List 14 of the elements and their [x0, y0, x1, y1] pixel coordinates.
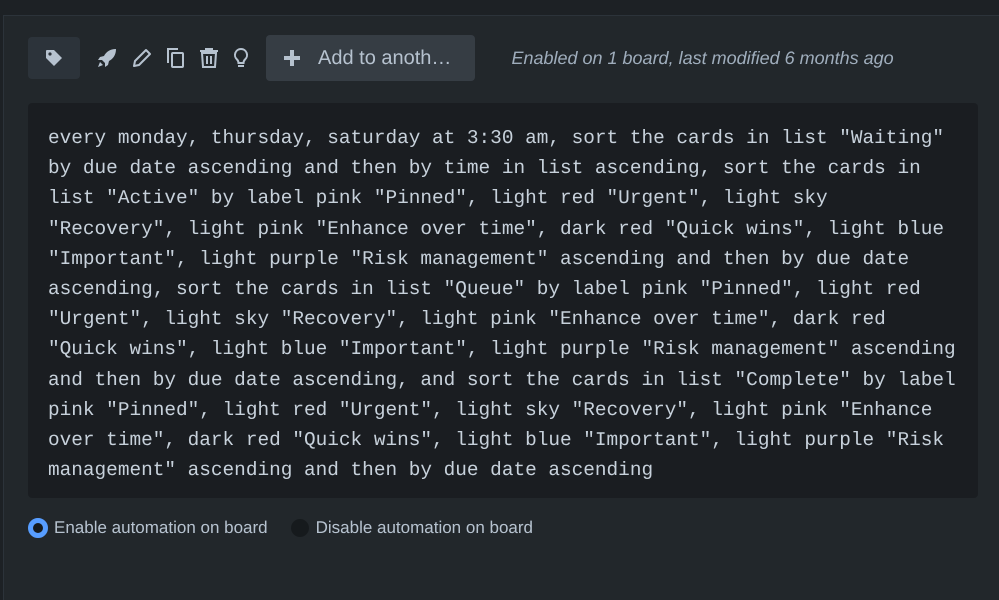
pencil-icon[interactable] — [131, 47, 153, 69]
radio-option[interactable]: Enable automation on board — [28, 518, 268, 538]
rocket-icon[interactable] — [96, 47, 118, 69]
trash-icon[interactable] — [199, 47, 219, 69]
plus-icon — [282, 48, 302, 68]
lightbulb-icon[interactable] — [232, 47, 250, 69]
copy-icon[interactable] — [166, 47, 186, 69]
radio-button[interactable] — [28, 518, 48, 538]
status-text: Enabled on 1 board, last modified 6 months ago — [511, 48, 894, 68]
radio-option[interactable]: Disable automation on board — [290, 518, 533, 538]
add-to-board-button[interactable]: Add to anoth… — [266, 35, 476, 81]
tag-icon — [44, 48, 64, 68]
command-text: every monday, thursday, saturday at 3:30 am, sort the cards in list "Waiting" by due date ascending and then by time in list ascending, sort the cards in list "Active" by label pink "Pinned", light red "Urgent", light sky "Recovery", light pink "Enhance over time", dark red "Quick wins", light blue "Important", light purple "Risk management" ascending and then by due date ascending, sort the cards in list "Queue" by label pink "Pinned", light red "Urgent", light sky "Recovery", light pink "Enhance over time", dark red "Quick wins", light blue "Important", light purple "Risk management" ascending and then by due date ascending, and sort the cards in list "Complete" by label pink "Pinned", light red "Urgent", light sky "Recovery", light pink "Enhance over time", dark red "Quick wins", light blue "Important", light purple "Risk management" ascending and then by due date ascending — [48, 126, 956, 484]
label-button[interactable] — [28, 37, 80, 79]
